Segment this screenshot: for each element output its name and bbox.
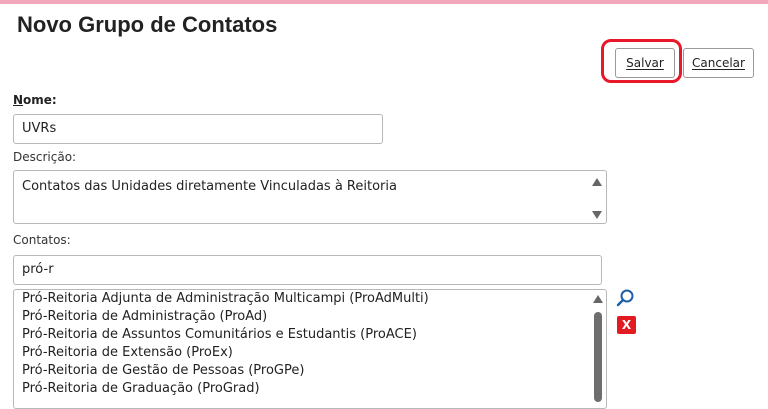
list-scroll-up-arrow[interactable] <box>593 295 603 303</box>
list-item[interactable]: Pró-Reitoria de Administração (ProAd) <box>22 309 267 324</box>
contatos-search-input[interactable]: pró-r <box>13 255 602 285</box>
list-item[interactable]: Pró-Reitoria de Extensão (ProEx) <box>22 345 233 360</box>
top-accent-bar <box>0 0 768 4</box>
search-icon[interactable] <box>615 288 635 308</box>
cancel-button[interactable]: Cancelar <box>683 48 754 78</box>
nome-label-rest: ome: <box>23 93 57 107</box>
list-item[interactable]: Pró-Reitoria de Gestão de Pessoas (ProGP… <box>22 363 304 378</box>
nome-label-accesskey: N <box>13 93 24 107</box>
nome-input[interactable]: UVRs <box>13 114 383 144</box>
list-item[interactable]: Pró-Reitoria Adjunta de Administração Mu… <box>22 291 429 306</box>
save-button-label: Salvar <box>626 56 664 70</box>
list-item[interactable]: Pró-Reitoria de Graduação (ProGrad) <box>22 381 260 396</box>
save-button[interactable]: Salvar <box>615 48 675 78</box>
descricao-scroll-down-arrow[interactable] <box>592 211 602 219</box>
nome-label: Nome: <box>13 93 57 107</box>
descricao-textarea[interactable]: Contatos das Unidades diretamente Vincul… <box>13 170 607 224</box>
contatos-label: Contatos: <box>13 233 71 247</box>
descricao-label: Descrição: <box>13 150 77 164</box>
descricao-scroll-up-arrow[interactable] <box>592 178 602 186</box>
list-item[interactable]: Pró-Reitoria de Assuntos Comunitários e … <box>22 327 417 342</box>
contatos-results-list[interactable]: Pró-Reitoria Adjunta de Administração Mu… <box>13 289 607 409</box>
remove-icon[interactable]: X <box>617 316 636 334</box>
page-title: Novo Grupo de Contatos <box>17 12 278 37</box>
list-scrollbar-thumb[interactable] <box>594 312 602 402</box>
cancel-button-label: Cancelar <box>692 56 745 70</box>
